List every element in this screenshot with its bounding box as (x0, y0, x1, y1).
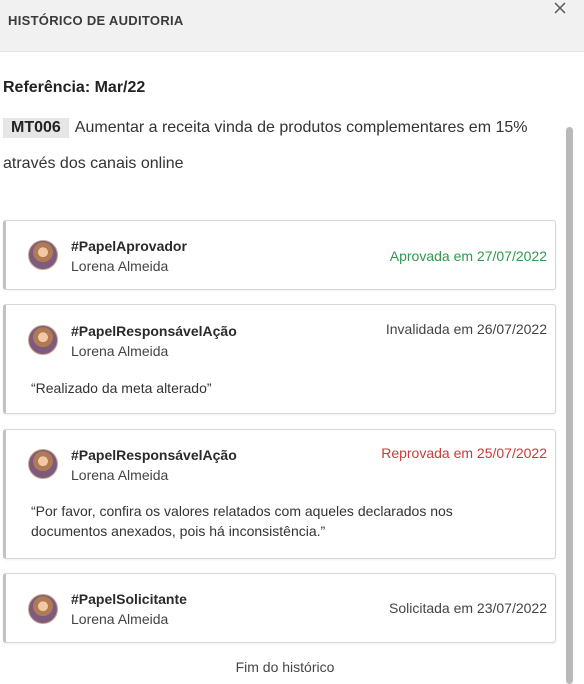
goal-code-badge: MT006 (3, 118, 69, 138)
history-comment: “Realizado da meta alterado” (31, 380, 212, 396)
history-role: #PapelResponsávelAção (71, 323, 237, 339)
modal-title: HISTÓRICO DE AUDITORIA (8, 13, 184, 28)
history-card: #PapelResponsávelAção Lorena Almeida Rep… (3, 429, 556, 559)
history-person: Lorena Almeida (71, 611, 169, 627)
avatar (28, 325, 58, 355)
scrollbar-thumb[interactable] (566, 127, 573, 684)
history-status: Aprovada em 27/07/2022 (389, 248, 547, 264)
avatar (28, 594, 58, 624)
history-comment: “Por favor, confira os valores relatados… (31, 503, 453, 539)
history-status: Solicitada em 23/07/2022 (389, 600, 547, 616)
history-card: #PapelSolicitante Lorena Almeida Solicit… (3, 573, 556, 643)
goal-description: MT006 Aumentar a receita vinda de produto… (3, 110, 558, 182)
modal-body: Referência: Mar/22 MT006 Aumentar a recei… (0, 53, 570, 684)
history-person: Lorena Almeida (71, 467, 169, 483)
history-role: #PapelSolicitante (71, 591, 187, 607)
history-role: #PapelAprovador (71, 238, 187, 254)
history-status: Invalidada em 26/07/2022 (385, 321, 547, 337)
history-card: #PapelAprovador Lorena Almeida Aprovada … (3, 220, 556, 290)
avatar (28, 449, 58, 479)
reference-label: Referência: Mar/22 (3, 79, 146, 96)
close-icon[interactable] (552, 0, 568, 16)
goal-text: Aumentar a receita vinda de produtos com… (3, 119, 528, 172)
history-person: Lorena Almeida (71, 258, 169, 274)
avatar (28, 240, 58, 270)
history-person: Lorena Almeida (71, 343, 169, 359)
history-status: Reprovada em 25/07/2022 (381, 445, 547, 461)
modal-header: HISTÓRICO DE AUDITORIA (0, 0, 584, 52)
history-role: #PapelResponsávelAção (71, 447, 237, 463)
end-of-history-label: Fim do histórico (235, 659, 335, 675)
history-card: #PapelResponsávelAção Lorena Almeida Inv… (3, 304, 556, 414)
